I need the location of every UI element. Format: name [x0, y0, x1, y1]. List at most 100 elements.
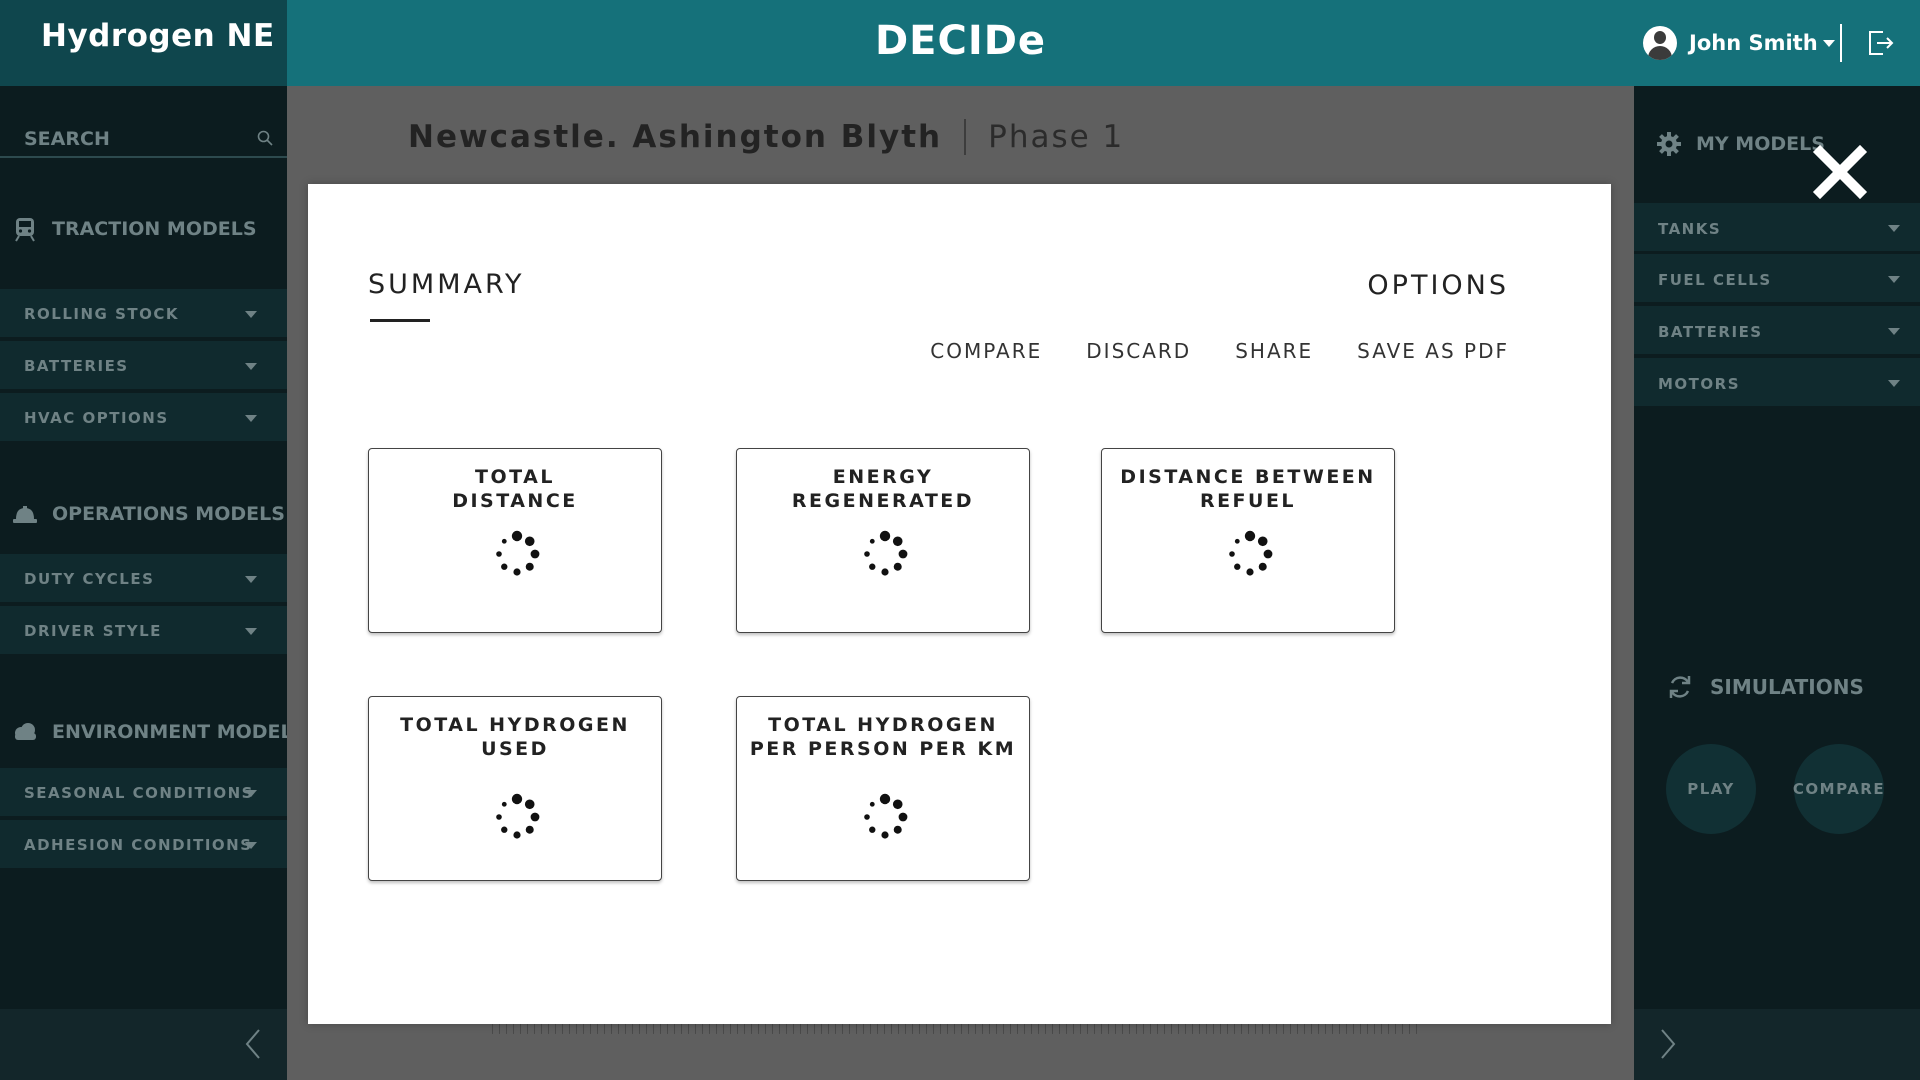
- spinner-dot: [879, 793, 891, 805]
- spinner-dot: [898, 549, 908, 559]
- spinner-dot: [1246, 568, 1254, 576]
- options-actions: COMPARE DISCARD SHARE SAVE AS PDF: [930, 339, 1509, 363]
- card-total-hydrogen-used[interactable]: TOTAL HYDROGEN USED: [368, 696, 662, 881]
- card-energy-regenerated[interactable]: ENERGY REGENERATED: [736, 448, 1030, 633]
- chevron-down-icon: [1822, 39, 1835, 47]
- close-icon[interactable]: [1812, 144, 1868, 200]
- model-item-tanks[interactable]: TANKS: [1634, 203, 1920, 253]
- user-menu[interactable]: John Smith: [1643, 25, 1835, 61]
- chevron-left-icon[interactable]: [243, 1027, 263, 1061]
- tab-summary[interactable]: SUMMARY: [368, 269, 525, 300]
- spinner-dot: [1229, 551, 1235, 557]
- header-divider: [1840, 24, 1842, 62]
- simulations-title: SIMULATIONS: [1666, 673, 1864, 701]
- chevron-down-icon: [1888, 328, 1900, 335]
- brand-logo[interactable]: Hydrogen NE: [0, 0, 287, 86]
- spinner-dot: [501, 826, 508, 833]
- project-phase[interactable]: Phase 1: [988, 119, 1124, 155]
- summary-modal: SUMMARY OPTIONS COMPARE DISCARD SHARE SA…: [308, 184, 1611, 1024]
- gear-icon: [1657, 132, 1681, 156]
- project-name: Newcastle. Ashington Blyth: [408, 119, 943, 155]
- discard-button[interactable]: DISCARD: [1086, 339, 1191, 363]
- spinner-dot: [881, 568, 889, 576]
- spinner-dot: [864, 814, 870, 820]
- chevron-down-icon: [245, 576, 257, 583]
- search-icon[interactable]: [257, 130, 273, 146]
- section-title: OPERATIONS MODELS: [52, 503, 285, 525]
- chevron-down-icon: [245, 842, 257, 849]
- top-bar: Hydrogen NE DECIDe John Smith: [0, 0, 1920, 86]
- avatar: [1643, 26, 1677, 60]
- sidebar-item-batteries[interactable]: BATTERIES: [0, 341, 287, 391]
- chevron-down-icon: [245, 790, 257, 797]
- sidebar-item-driver-style[interactable]: DRIVER STYLE: [0, 606, 287, 656]
- left-sidebar: SEARCH TRACTION MODELS ROLLING STOCK BAT…: [0, 86, 306, 1080]
- spinner-dot: [879, 530, 891, 542]
- spinner-dot: [1263, 549, 1273, 559]
- model-item-batteries[interactable]: BATTERIES: [1634, 306, 1920, 356]
- spinner-dot: [501, 563, 508, 570]
- model-item-motors[interactable]: MOTORS: [1634, 358, 1920, 408]
- chevron-down-icon: [1888, 380, 1900, 387]
- user-name: John Smith: [1689, 31, 1818, 55]
- logout-icon[interactable]: [1866, 28, 1894, 58]
- spinner-dot: [524, 799, 535, 810]
- right-panel: MY MODELS TANKS FUEL CELLS BATTERIES MOT…: [1634, 86, 1920, 1080]
- chevron-right-icon[interactable]: [1658, 1027, 1678, 1061]
- train-icon: [15, 218, 35, 242]
- spinner-dot: [869, 538, 875, 544]
- model-item-fuel-cells[interactable]: FUEL CELLS: [1634, 254, 1920, 304]
- compare-button[interactable]: COMPARE: [930, 339, 1042, 363]
- chevron-down-icon: [245, 628, 257, 635]
- search-field[interactable]: SEARCH: [0, 120, 287, 158]
- spinner-dot: [892, 799, 903, 810]
- section-operations-models: OPERATIONS MODELS: [12, 501, 285, 527]
- card-distance-between-refuel[interactable]: DISTANCE BETWEEN REFUEL: [1101, 448, 1395, 633]
- spinner-dot: [513, 831, 521, 839]
- loading-spinner-icon: [1229, 530, 1273, 576]
- my-models-header: MY MODELS: [1634, 86, 1920, 202]
- sidebar-item-hvac-options[interactable]: HVAC OPTIONS: [0, 393, 287, 443]
- spinner-dot: [496, 814, 502, 820]
- share-button[interactable]: SHARE: [1235, 339, 1313, 363]
- spinner-dot: [892, 536, 903, 547]
- active-tab-indicator: [370, 319, 430, 322]
- options-title: OPTIONS: [1367, 270, 1509, 301]
- spinner-dot: [525, 562, 534, 571]
- chevron-down-icon: [245, 311, 257, 318]
- app-title: DECIDe: [874, 18, 1047, 64]
- sidebar-item-duty-cycles[interactable]: DUTY CYCLES: [0, 554, 287, 604]
- sidebar-item-seasonal-conditions[interactable]: SEASONAL CONDITIONS: [0, 768, 287, 818]
- card-total-distance[interactable]: TOTAL DISTANCE: [368, 448, 662, 633]
- spinner-dot: [869, 826, 876, 833]
- my-models-title[interactable]: MY MODELS: [1656, 131, 1825, 157]
- sidebar-item-adhesion-conditions[interactable]: ADHESION CONDITIONS: [0, 820, 287, 870]
- loading-spinner-icon: [496, 793, 540, 839]
- spinner-dot: [1244, 530, 1256, 542]
- section-environment-models: ENVIRONMENT MODELS: [12, 719, 306, 745]
- spinner-dot: [893, 562, 902, 571]
- card-title: TOTAL HYDROGEN PER PERSON PER KM: [749, 714, 1017, 760]
- play-button[interactable]: PLAY: [1666, 744, 1756, 834]
- card-total-hydrogen-per-person-per-km[interactable]: TOTAL HYDROGEN PER PERSON PER KM: [736, 696, 1030, 881]
- save-as-pdf-button[interactable]: SAVE AS PDF: [1357, 339, 1509, 363]
- card-title: ENERGY REGENERATED: [791, 466, 975, 512]
- spinner-dot: [524, 536, 535, 547]
- chevron-down-icon: [245, 415, 257, 422]
- loading-spinner-icon: [496, 530, 540, 576]
- sidebar-item-rolling-stock[interactable]: ROLLING STOCK: [0, 289, 287, 339]
- left-collapse-bar: [0, 1009, 287, 1080]
- loading-spinner-icon: [864, 530, 908, 576]
- spinner-dot: [530, 549, 540, 559]
- spinner-dot: [501, 538, 507, 544]
- section-traction-models: TRACTION MODELS: [12, 216, 257, 242]
- spinner-dot: [869, 563, 876, 570]
- spinner-dot: [864, 551, 870, 557]
- refresh-icon: [1669, 676, 1691, 698]
- spinner-dot: [511, 793, 523, 805]
- search-placeholder: SEARCH: [24, 128, 110, 150]
- card-title: TOTAL HYDROGEN USED: [400, 714, 630, 760]
- compare-simulations-button[interactable]: COMPARE: [1793, 744, 1884, 834]
- spinner-dot: [869, 801, 875, 807]
- spinner-dot: [525, 825, 534, 834]
